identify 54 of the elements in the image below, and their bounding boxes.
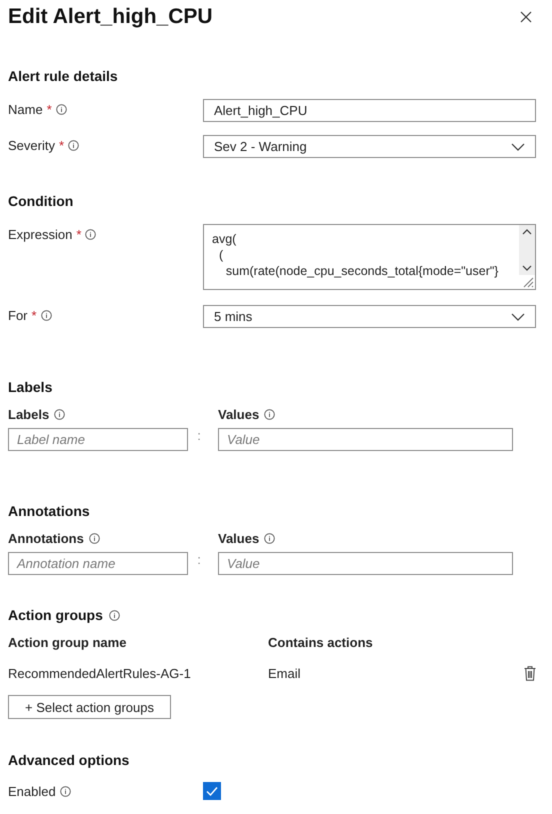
name-input[interactable]: Alert_high_CPU	[203, 99, 536, 122]
info-icon[interactable]	[264, 533, 276, 544]
info-icon[interactable]	[85, 229, 96, 240]
column-label: Annotations	[8, 531, 84, 546]
field-label: Expression	[8, 227, 72, 242]
chevron-down-icon[interactable]	[522, 265, 532, 271]
section-heading: Advanced options	[8, 752, 130, 768]
column-label: Values	[218, 407, 260, 422]
info-icon[interactable]	[54, 409, 66, 420]
key-input[interactable]: Label name	[8, 428, 188, 451]
column-label: Values	[218, 531, 260, 546]
chevron-up-icon[interactable]	[522, 229, 532, 235]
required-mark: *	[32, 308, 37, 323]
key-input[interactable]: Annotation name	[8, 552, 188, 575]
info-icon[interactable]	[68, 140, 80, 151]
resize-grip-icon[interactable]	[522, 276, 534, 288]
chevron-down-icon	[511, 142, 525, 150]
table-cell-text: RecommendedAlertRules-AG-1	[8, 666, 192, 681]
separator: :	[196, 552, 202, 569]
expression-textarea[interactable]: avg( ( sum(rate(node_cpu_seconds_total{mode="user"}	[203, 224, 536, 290]
dropdown[interactable]: Sev 2 - Warning	[203, 135, 536, 158]
info-icon[interactable]	[60, 786, 71, 796]
info-icon[interactable]	[88, 533, 100, 544]
chevron-down-icon	[511, 312, 525, 320]
dropdown[interactable]: 5 mins	[203, 305, 536, 328]
column-header: Action group name	[8, 635, 128, 650]
checkbox[interactable]	[203, 782, 221, 800]
info-icon[interactable]	[108, 610, 120, 620]
field-label: Enabled	[8, 784, 56, 798]
table-cell-text: Email	[268, 666, 302, 681]
value-input[interactable]: Value	[218, 428, 513, 451]
scrollbar[interactable]	[519, 225, 535, 275]
field-label: Severity	[8, 138, 55, 153]
required-mark: *	[76, 227, 82, 242]
column-header: Contains actions	[268, 635, 374, 650]
info-icon[interactable]	[56, 104, 67, 115]
select-action-groups-button[interactable]: + Select action groups	[8, 695, 171, 719]
section-heading: Condition	[8, 193, 74, 209]
info-icon[interactable]	[264, 409, 276, 420]
required-mark: *	[46, 102, 52, 117]
column-label: Labels	[8, 407, 50, 422]
panel-title: Edit Alert_high_CPU	[8, 5, 213, 29]
section-heading: Annotations	[8, 503, 90, 519]
section-heading: Alert rule details	[8, 68, 118, 84]
trash-icon[interactable]	[524, 666, 536, 681]
field-label: Name	[8, 102, 43, 117]
separator: :	[196, 428, 202, 445]
section-heading: Labels	[8, 379, 52, 395]
close-icon[interactable]	[520, 11, 532, 23]
field-label: For	[8, 308, 28, 323]
value-input[interactable]: Value	[218, 552, 513, 575]
info-icon[interactable]	[40, 310, 52, 321]
required-mark: *	[58, 138, 64, 153]
section-heading: Action groups	[8, 607, 103, 623]
